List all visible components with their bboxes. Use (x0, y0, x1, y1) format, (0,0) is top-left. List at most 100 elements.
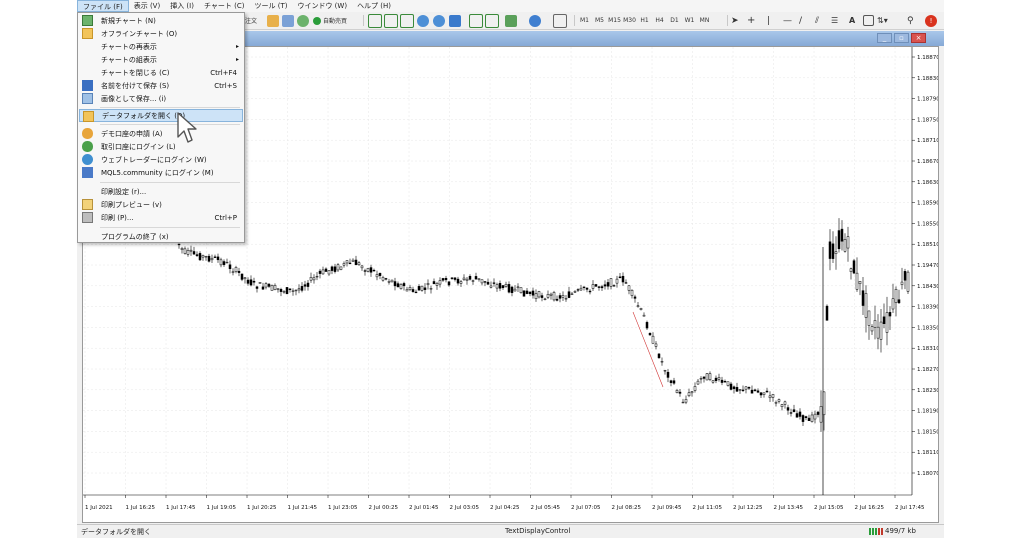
autotrade-button[interactable]: 自動売買 (313, 14, 347, 27)
restore-button[interactable]: ▫ (894, 33, 909, 43)
price-label: 1.18830 (917, 76, 938, 82)
text-label-icon[interactable] (863, 14, 874, 27)
search-icon[interactable]: ⚲ (907, 14, 914, 27)
candle-body (627, 285, 631, 291)
menu-item-profiles[interactable]: チャートの組表示 ▸ (79, 53, 243, 66)
vertical-line-icon[interactable]: | (767, 14, 770, 27)
candle-body (750, 389, 754, 394)
timeframe-mn[interactable]: MN (697, 17, 712, 24)
timeframe-m1[interactable]: M1 (577, 17, 592, 24)
cursor-arrow-icon[interactable]: ➤ (731, 14, 739, 27)
candle-body (300, 286, 304, 291)
candle-body (465, 278, 469, 281)
candle-body (282, 291, 286, 293)
candle-body (438, 280, 442, 285)
submenu-arrow-icon: ▸ (235, 56, 239, 63)
candlestick-icon[interactable] (384, 13, 398, 28)
menu-item-open-data-folder[interactable]: データフォルダを開く (D) (79, 109, 243, 122)
timeframe-h1[interactable]: H1 (637, 17, 652, 24)
menu-tools[interactable]: ツール (T) (249, 0, 292, 12)
periods-clock-icon[interactable] (529, 14, 541, 27)
indicators-icon[interactable] (505, 14, 517, 27)
timeframe-m30[interactable]: M30 (622, 17, 637, 24)
timeframe-m15[interactable]: M15 (607, 17, 622, 24)
candle-body (714, 377, 718, 382)
menu-item-reopen-chart[interactable]: チャートの再表示 ▸ (79, 40, 243, 53)
timeframe-m5[interactable]: M5 (592, 17, 607, 24)
menu-view[interactable]: 表示 (V) (129, 0, 165, 12)
candle-body (264, 283, 268, 288)
hand-icon[interactable] (267, 14, 279, 27)
menu-separator (100, 227, 240, 228)
candle-body (783, 401, 787, 405)
text-tool-icon[interactable]: A (849, 14, 855, 27)
menu-file[interactable]: ファイル (F) (77, 0, 129, 12)
candle-body (537, 291, 541, 298)
menu-item-save-as[interactable]: 名前を付けて保存 (S) Ctrl+S (79, 79, 243, 92)
alert-icon[interactable]: ! (925, 14, 937, 27)
line-chart-icon[interactable] (400, 13, 414, 28)
candle-body (699, 378, 703, 380)
candle-body (420, 285, 424, 291)
candle-body (717, 377, 721, 380)
candle-body (450, 277, 454, 279)
candle-body (777, 399, 781, 402)
menu-item-login-trade-account[interactable]: 取引口座にログイン (L) (79, 140, 243, 153)
menu-item-print-preview[interactable]: 印刷プレビュー (v) (79, 198, 243, 211)
arrows-dropdown-icon[interactable]: ⇅▾ (877, 14, 888, 27)
timeframe-d1[interactable]: D1 (667, 17, 682, 24)
bar-chart-icon[interactable] (368, 13, 382, 28)
menu-item-offline-chart[interactable]: オフラインチャート (O) (79, 27, 243, 40)
price-label: 1.18430 (917, 284, 938, 290)
trendline-icon[interactable]: / (799, 14, 802, 27)
menu-item-demo-account[interactable]: デモ口座の申請 (A) (79, 127, 243, 140)
menu-item-exit[interactable]: プログラムの終了 (x) (79, 230, 243, 243)
price-label: 1.18590 (917, 201, 938, 207)
candle-body (678, 391, 682, 394)
menu-help[interactable]: ヘルプ (H) (352, 0, 396, 12)
timeframe-w1[interactable]: W1 (682, 17, 697, 24)
channel-icon[interactable]: ⫽ (815, 14, 819, 27)
zoom-out-icon[interactable] (433, 14, 445, 27)
candle-body (765, 390, 769, 393)
templates-icon[interactable] (553, 13, 567, 28)
menu-item-print-setup[interactable]: 印刷設定 (r)... (79, 185, 243, 198)
menu-item-close-chart[interactable]: チャートを閉じる (C) Ctrl+F4 (79, 66, 243, 79)
zoom-in-icon[interactable] (417, 14, 429, 27)
time-label: 2 Jul 15:05 (814, 505, 844, 511)
close-button[interactable]: × (911, 33, 926, 43)
fibonacci-icon[interactable]: ☰ (831, 14, 838, 27)
person-icon[interactable] (282, 14, 294, 27)
horizontal-line-icon[interactable]: — (783, 14, 792, 27)
menu-item-new-chart[interactable]: 新規チャート (N) (79, 14, 243, 27)
new-order-button[interactable]: 注文 (245, 14, 257, 27)
candle-body (180, 248, 184, 250)
menu-separator (100, 124, 240, 125)
candle-body (414, 291, 418, 294)
candle-body (240, 273, 244, 280)
login-user-icon (82, 141, 93, 152)
menu-item-save-as-picture[interactable]: 画像として保存... (i) (79, 92, 243, 105)
tile-windows-icon[interactable] (449, 14, 461, 27)
globe-icon[interactable] (297, 14, 309, 27)
menu-item-login-mql5[interactable]: MQL5.community にログイン (M) (79, 166, 243, 179)
menu-charts[interactable]: チャート (C) (199, 0, 250, 12)
candle-body (675, 390, 679, 393)
menu-insert[interactable]: 挿入 (I) (165, 0, 199, 12)
toolbar-separator (727, 15, 728, 26)
menu-window[interactable]: ウインドウ (W) (292, 0, 352, 12)
candle-body (549, 293, 553, 296)
autoscroll-icon[interactable] (485, 13, 499, 28)
candle-body (429, 288, 433, 290)
candle-body (525, 290, 529, 294)
candle-body (849, 268, 853, 272)
chart-shift-icon[interactable] (469, 13, 483, 28)
crosshair-icon[interactable]: + (747, 14, 755, 27)
menu-item-login-webtrader[interactable]: ウェブトレーダーにログイン (W) (79, 153, 243, 166)
candle-body (408, 287, 412, 290)
minimize-button[interactable]: _ (877, 33, 892, 43)
timeframe-h4[interactable]: H4 (652, 17, 667, 24)
menu-item-print[interactable]: 印刷 (P)... Ctrl+P (79, 211, 243, 224)
candle-body (759, 392, 763, 396)
menu-separator (100, 107, 240, 108)
